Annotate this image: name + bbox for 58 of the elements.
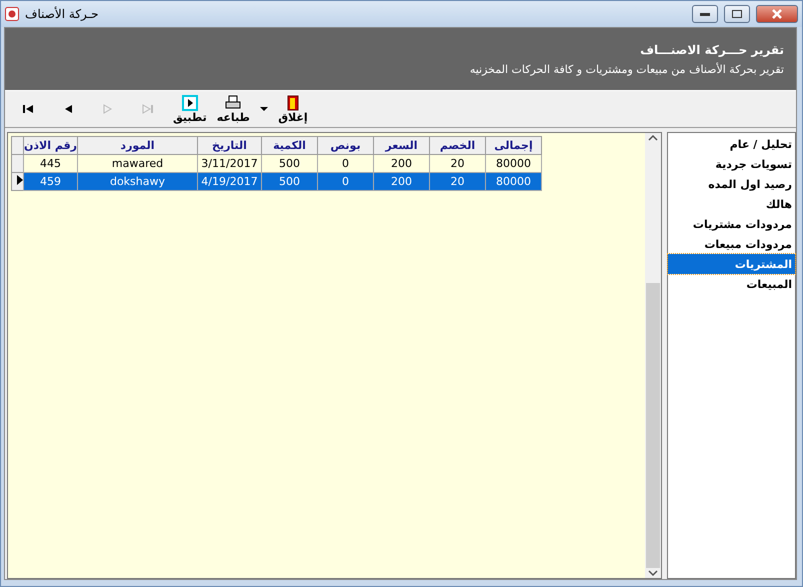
table-cell: 200: [374, 154, 430, 172]
table-cell: 20: [430, 172, 486, 190]
list-item[interactable]: رصيد اول المده: [668, 174, 795, 194]
table-cell: 200: [374, 172, 430, 190]
table-cell: 0: [318, 172, 374, 190]
column-header[interactable]: الكمية: [262, 136, 318, 154]
table-cell: mawared: [78, 154, 198, 172]
app-icon: [5, 7, 19, 21]
first-record-icon: [22, 103, 34, 115]
column-header[interactable]: التاريخ: [198, 136, 262, 154]
last-record-icon: [142, 103, 154, 115]
table-cell: 80000: [486, 172, 542, 190]
apply-button[interactable]: تطبيق: [171, 92, 209, 126]
table-cell: 0: [318, 154, 374, 172]
corner-cell: [12, 136, 24, 154]
close-button[interactable]: [756, 5, 798, 23]
printer-icon: [225, 94, 242, 110]
report-subtitle: تقرير بحركة الأصناف من مبيعات ومشتريات و كافة الحركات المخزنيه: [470, 62, 784, 76]
row-header[interactable]: [12, 172, 24, 190]
scroll-up-icon: [648, 133, 658, 143]
play-icon: [182, 94, 198, 110]
table-cell: 500: [262, 154, 318, 172]
maximize-icon: [732, 10, 742, 18]
column-header[interactable]: الخصم: [430, 136, 486, 154]
table-cell: 445: [24, 154, 78, 172]
print-button[interactable]: طباعه: [214, 92, 252, 126]
table-cell: 459: [24, 172, 78, 190]
column-header[interactable]: رقم الاذن: [24, 136, 78, 154]
scrollbar-thumb[interactable]: [646, 283, 660, 568]
table-cell: 3/11/2017: [198, 154, 262, 172]
caret-icon: [260, 106, 268, 112]
column-header[interactable]: السعر: [374, 136, 430, 154]
minimize-icon: [700, 12, 710, 16]
list-item[interactable]: تحليل / عام: [668, 134, 795, 154]
minimize-button[interactable]: [692, 5, 718, 23]
window-title: حـركة الأصناف: [25, 7, 100, 21]
table-cell: 500: [262, 172, 318, 190]
list-item[interactable]: مردودات مبيعات: [668, 234, 795, 254]
next-record-icon: [102, 103, 114, 115]
column-header[interactable]: المورد: [78, 136, 198, 154]
table-cell: 80000: [486, 154, 542, 172]
report-title: تقرير حـــركة الاصنـــاف: [640, 42, 784, 56]
close-button[interactable]: إغلاق: [276, 92, 310, 126]
maximize-button[interactable]: [724, 5, 750, 23]
list-item[interactable]: المشتريات: [668, 254, 795, 274]
list-item[interactable]: تسويات جردية: [668, 154, 795, 174]
list-item[interactable]: هالك: [668, 194, 795, 214]
close-icon: [772, 9, 782, 19]
table-cell: 20: [430, 154, 486, 172]
scroll-down-icon: [648, 568, 658, 578]
list-item[interactable]: مردودات مشتريات: [668, 214, 795, 234]
table-cell: dokshawy: [78, 172, 198, 190]
vertical-scrollbar[interactable]: [645, 133, 661, 578]
column-header[interactable]: بونص: [318, 136, 374, 154]
exit-door-icon: [286, 94, 299, 110]
table-cell: 4/19/2017: [198, 172, 262, 190]
column-header[interactable]: إجمالى: [486, 136, 542, 154]
list-item[interactable]: المبيعات: [668, 274, 795, 294]
